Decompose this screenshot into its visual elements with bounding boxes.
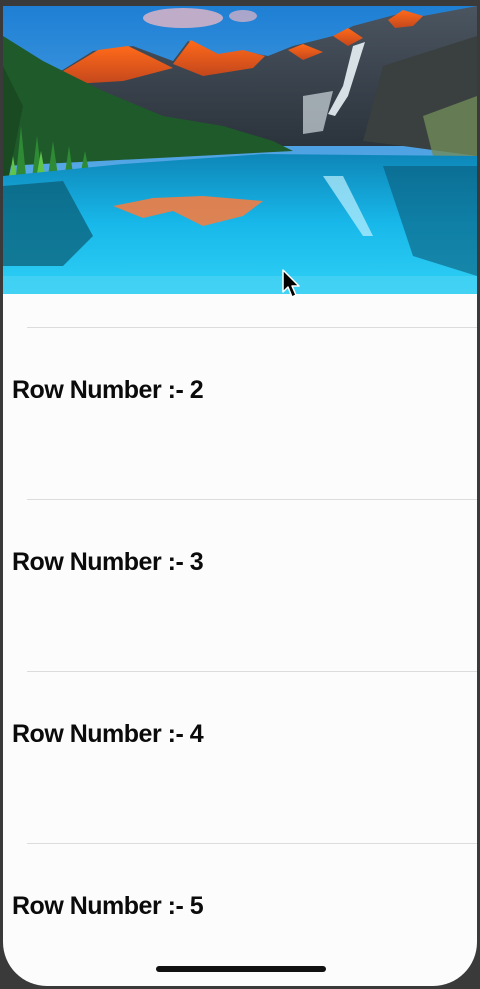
home-indicator[interactable]: [156, 966, 326, 972]
row-separator: [27, 499, 477, 500]
table-row[interactable]: Row Number :- 4: [3, 671, 477, 843]
row-label: Row Number :- 4: [12, 720, 204, 748]
phone-screen: Row Number :- 2 Row Number :- 3 Row Numb…: [3, 6, 477, 986]
table-view[interactable]: Row Number :- 2 Row Number :- 3 Row Numb…: [3, 294, 477, 986]
header-image: [3, 6, 477, 294]
table-row[interactable]: Row Number :- 5: [3, 843, 477, 986]
row-label: Row Number :- 2: [12, 376, 204, 404]
row-separator: [27, 327, 477, 328]
mountain-lake-image: [3, 6, 477, 294]
row-separator: [27, 671, 477, 672]
row-label: Row Number :- 3: [12, 548, 204, 576]
mouse-pointer-icon: [282, 269, 302, 304]
table-row[interactable]: Row Number :- 3: [3, 499, 477, 671]
row-label: Row Number :- 5: [12, 892, 204, 920]
row-separator: [27, 843, 477, 844]
table-row[interactable]: Row Number :- 2: [3, 327, 477, 499]
